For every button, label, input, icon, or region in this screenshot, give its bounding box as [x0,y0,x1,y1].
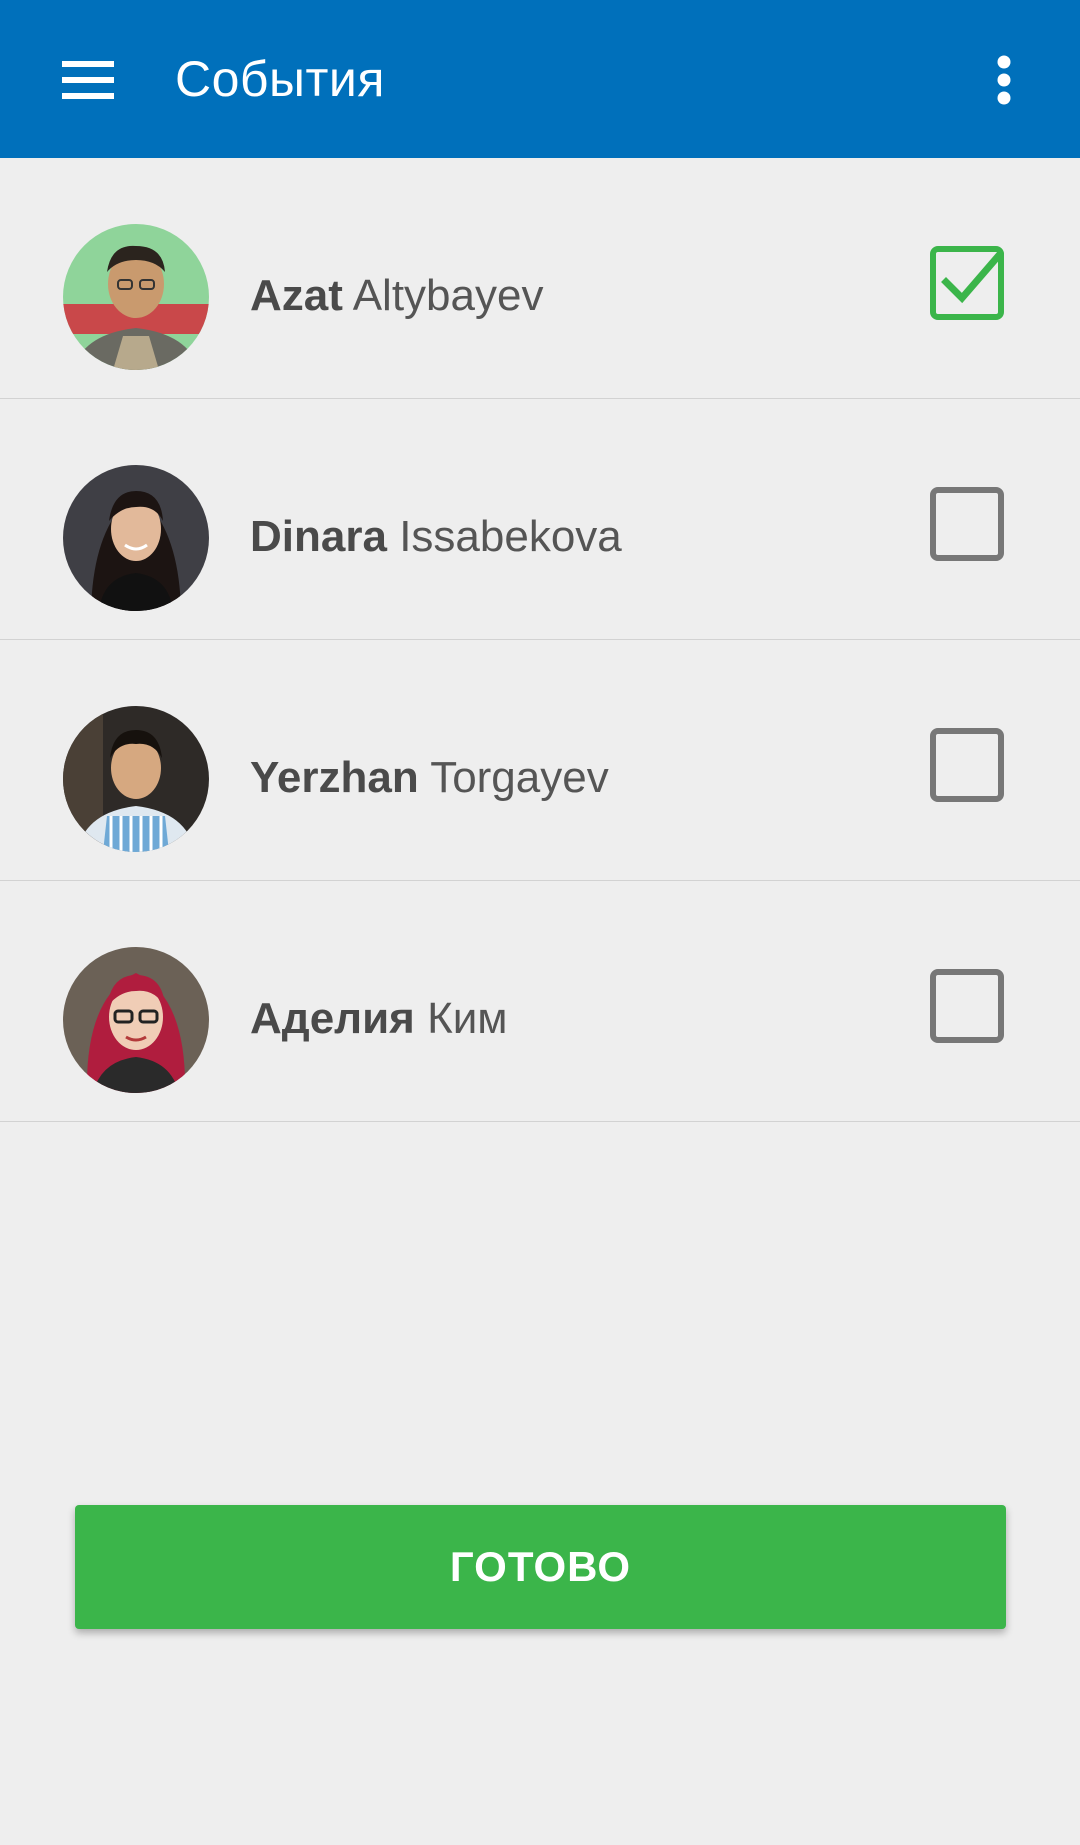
list-item[interactable]: Аделия Ким [0,881,1080,1122]
hamburger-menu-icon [62,61,114,99]
checkbox-unchecked-icon [930,728,1004,802]
person-name: Yerzhan Torgayev [250,750,609,806]
avatar [63,224,209,370]
app-bar: События [0,0,1080,158]
checkbox-unchecked[interactable] [930,487,1004,561]
more-vert-icon [997,55,1011,105]
last-name: Issabekova [399,512,622,561]
menu-button[interactable] [48,40,128,120]
first-name: Dinara [250,512,387,561]
avatar [63,706,209,852]
last-name: Ким [427,994,508,1043]
list-item[interactable]: Yerzhan Torgayev [0,640,1080,881]
last-name: Altybayev [352,271,544,320]
list-item[interactable]: Dinara Issabekova [0,399,1080,640]
avatar [63,465,209,611]
first-name: Yerzhan [250,753,419,802]
checkbox-checked-icon [930,246,1005,320]
checkbox-unchecked-icon [930,969,1004,1043]
people-list: Azat Altybayev Dinara Issabekova Yerzhan… [0,158,1080,1122]
last-name: Torgayev [430,753,609,802]
list-item[interactable]: Azat Altybayev [0,158,1080,399]
checkbox-checked[interactable] [930,246,1005,320]
done-button[interactable]: ГОТОВО [75,1505,1006,1629]
overflow-menu-button[interactable] [964,40,1044,120]
person-name: Dinara Issabekova [250,509,622,565]
page-title: События [175,51,385,107]
first-name: Аделия [250,994,415,1043]
first-name: Azat [250,271,343,320]
person-name: Аделия Ким [250,991,508,1047]
avatar [63,947,209,1093]
checkbox-unchecked-icon [930,487,1004,561]
checkbox-unchecked[interactable] [930,728,1004,802]
person-name: Azat Altybayev [250,268,543,324]
checkbox-unchecked[interactable] [930,969,1004,1043]
